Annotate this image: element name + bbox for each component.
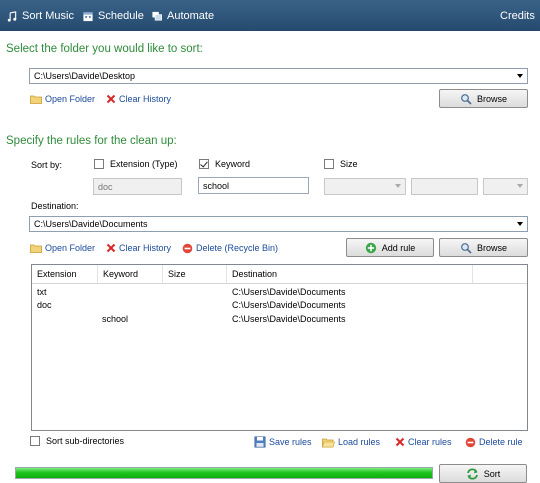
browse-destination-button[interactable]: Browse (439, 238, 528, 257)
refresh-arrows-icon (466, 467, 478, 480)
keyword-input[interactable]: school (198, 177, 309, 194)
save-rules-label: Save rules (269, 437, 312, 447)
load-rules-label: Load rules (338, 437, 381, 447)
red-x-icon (395, 437, 405, 447)
chevron-down-icon[interactable] (517, 222, 523, 226)
browse-source-button[interactable]: Browse (439, 89, 528, 108)
chevron-down-icon[interactable] (395, 184, 401, 188)
automate-icon (152, 11, 162, 21)
automate-label: Automate (167, 10, 215, 22)
extension-checkbox[interactable] (94, 159, 104, 169)
column-header-destination[interactable]: Destination (227, 265, 473, 283)
size-unit-combo[interactable] (483, 178, 528, 195)
load-rules-link[interactable]: Load rules (322, 436, 380, 448)
cell-destination: C:\Users\Davide\Documents (232, 300, 346, 310)
open-folder-link[interactable]: Open Folder (30, 93, 95, 105)
open-folder-label: Open Folder (45, 94, 96, 104)
clear-history-link[interactable]: Clear History (106, 93, 171, 105)
sort-music-button[interactable]: Sort Music (6, 9, 74, 23)
folder-icon (30, 244, 42, 253)
browse-label: Browse (476, 242, 507, 253)
top-toolbar: Sort Music Schedule Automate Credits (0, 0, 540, 31)
clear-history-label: Clear History (119, 94, 172, 104)
red-x-icon (106, 94, 116, 104)
sort-by-label: Sort by: (31, 160, 63, 170)
sort-subdirs-checkbox[interactable] (30, 436, 40, 446)
browse-label: Browse (476, 93, 507, 104)
folder-icon (30, 95, 42, 104)
cell-extension: doc (37, 300, 52, 310)
open-folder-label: Open Folder (45, 243, 96, 253)
cell-destination: C:\Users\Davide\Documents (232, 314, 346, 324)
clear-history-label: Clear History (119, 243, 172, 253)
rules-table[interactable]: Extension Keyword Size Destination txt C… (31, 264, 528, 431)
size-operator-combo[interactable] (324, 178, 406, 195)
column-header-keyword[interactable]: Keyword (98, 265, 163, 283)
cell-destination: C:\Users\Davide\Documents (232, 287, 346, 297)
extension-input[interactable]: doc (93, 178, 182, 195)
extension-checkbox-row[interactable]: Extension (Type) (94, 159, 178, 169)
column-header-size[interactable]: Size (163, 265, 227, 283)
sort-button[interactable]: Sort (439, 464, 527, 483)
destination-combo[interactable]: C:\Users\Davide\Documents (29, 216, 528, 232)
automate-button[interactable]: Automate (151, 9, 214, 23)
sort-subdirs-label: Sort sub-directories (46, 436, 125, 446)
sort-subdirs-row[interactable]: Sort sub-directories (30, 436, 124, 446)
progress-fill (16, 468, 432, 478)
folder-section-title: Select the folder you would like to sort… (6, 43, 203, 55)
rules-table-header: Extension Keyword Size Destination (32, 265, 527, 284)
schedule-button[interactable]: Schedule (82, 9, 144, 23)
delete-rule-link[interactable]: Delete rule (465, 436, 523, 448)
delete-circle-icon (465, 437, 476, 447)
add-rule-label: Add rule (381, 242, 416, 253)
red-x-icon (106, 243, 116, 253)
progress-bar (15, 467, 433, 479)
chevron-down-icon[interactable] (517, 184, 523, 188)
destination-path: C:\Users\Davide\Documents (34, 219, 148, 229)
source-folder-path: C:\Users\Davide\Desktop (34, 71, 136, 81)
cell-extension: txt (37, 287, 47, 297)
music-note-icon (7, 10, 17, 22)
clear-rules-link[interactable]: Clear rules (395, 436, 452, 448)
sort-label: Sort (483, 468, 501, 479)
clear-destination-history-link[interactable]: Clear History (106, 242, 171, 254)
add-rule-button[interactable]: Add rule (346, 238, 434, 257)
delete-rule-label: Delete rule (479, 437, 523, 447)
destination-label: Destination: (31, 201, 79, 211)
credits-label: Credits (500, 10, 535, 22)
clear-rules-label: Clear rules (408, 437, 452, 447)
size-value-input[interactable] (411, 178, 478, 195)
add-circle-icon (365, 242, 376, 253)
sort-music-label: Sort Music (22, 10, 74, 22)
size-label: Size (340, 159, 358, 169)
chevron-down-icon[interactable] (517, 74, 523, 78)
delete-circle-icon (182, 243, 193, 253)
column-header-extension[interactable]: Extension (32, 265, 98, 283)
size-checkbox-row[interactable]: Size (324, 159, 358, 169)
floppy-disk-icon (254, 436, 266, 448)
open-folder-icon (322, 438, 335, 447)
keyword-checkbox-row[interactable]: Keyword (199, 159, 250, 169)
keyword-checkbox[interactable] (199, 159, 209, 169)
open-destination-folder-link[interactable]: Open Folder (30, 242, 95, 254)
schedule-label: Schedule (98, 10, 144, 22)
extension-label: Extension (Type) (110, 159, 178, 169)
credits-button[interactable]: Credits (500, 9, 535, 23)
size-checkbox[interactable] (324, 159, 334, 169)
magnifier-icon (461, 242, 472, 254)
keyword-label: Keyword (215, 159, 251, 169)
cell-keyword: school (102, 314, 129, 324)
save-rules-link[interactable]: Save rules (254, 436, 312, 448)
delete-label: Delete (Recycle Bin) (196, 243, 279, 253)
source-folder-combo[interactable]: C:\Users\Davide\Desktop (29, 68, 528, 84)
rules-section-title: Specify the rules for the clean up: (6, 135, 177, 147)
calendar-icon (83, 11, 93, 21)
delete-recycle-bin-link[interactable]: Delete (Recycle Bin) (182, 242, 278, 254)
magnifier-icon (461, 93, 472, 105)
